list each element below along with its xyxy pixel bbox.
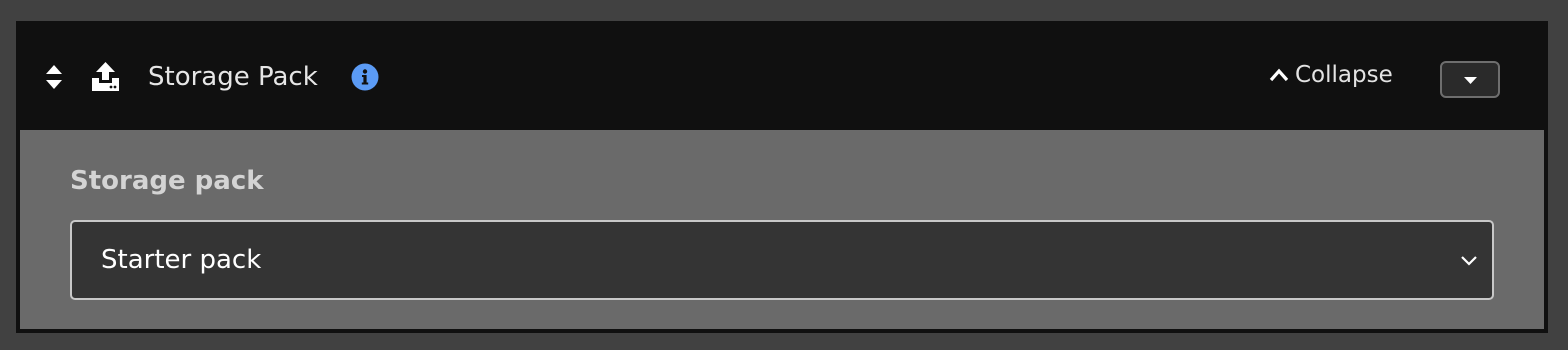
- storage-pack-selected-value: Starter pack: [101, 245, 262, 275]
- sort-icon[interactable]: [45, 64, 63, 90]
- upload-icon: [92, 62, 119, 91]
- storage-pack-label: Storage pack: [70, 166, 264, 196]
- chevron-down-icon: [1461, 256, 1477, 266]
- info-icon[interactable]: [351, 63, 379, 91]
- panel-title: Storage Pack: [148, 62, 318, 92]
- panel-body: Storage pack Starter pack: [20, 130, 1544, 329]
- storage-pack-select[interactable]: Starter pack: [70, 220, 1494, 300]
- storage-pack-panel: Storage Pack Collapse Storage pack Start…: [16, 21, 1548, 333]
- caret-down-icon: [1464, 77, 1477, 84]
- panel-menu-dropdown-button[interactable]: [1440, 61, 1500, 98]
- collapse-button[interactable]: Collapse: [1268, 59, 1393, 91]
- collapse-label: Collapse: [1295, 62, 1393, 88]
- panel-header: Storage Pack Collapse: [16, 21, 1548, 130]
- chevron-up-icon: [1269, 68, 1289, 82]
